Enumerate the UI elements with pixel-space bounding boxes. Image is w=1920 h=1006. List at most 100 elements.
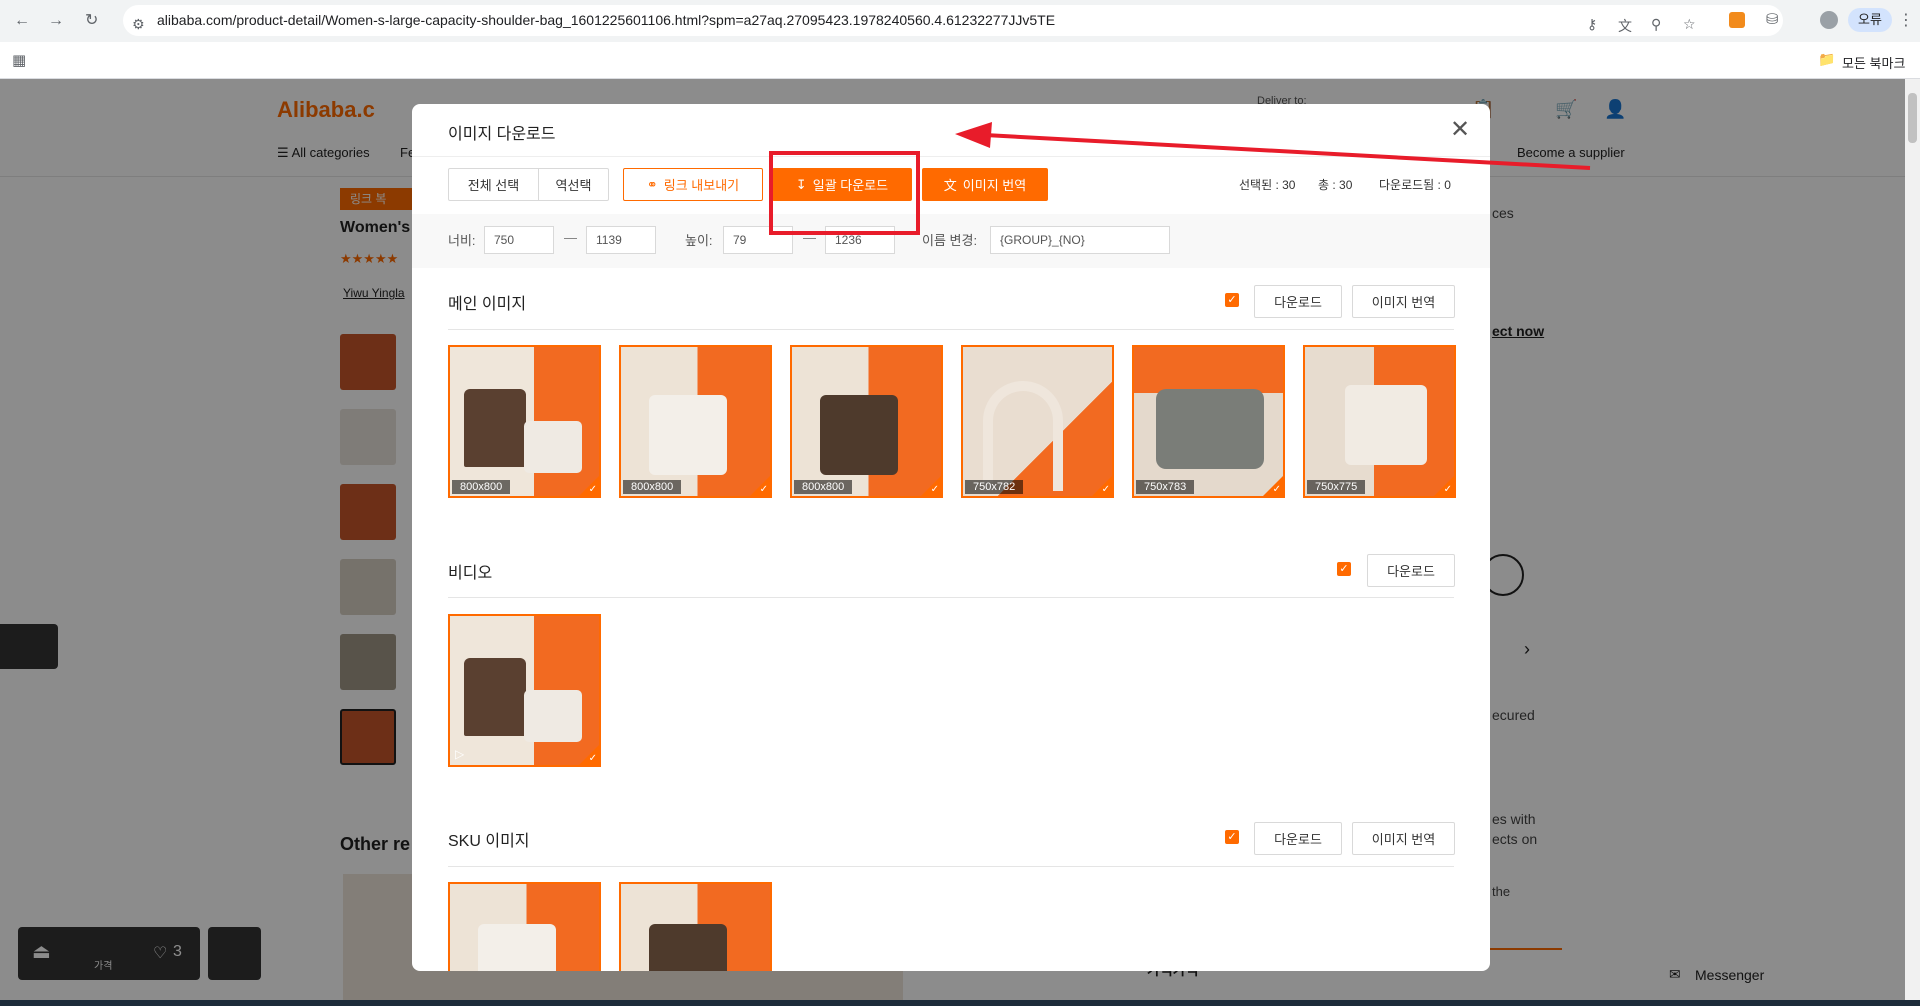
url-text[interactable]: alibaba.com/product-detail/Women-s-large… [157, 12, 1055, 28]
translate-icon[interactable]: 文 [1618, 16, 1632, 36]
sku-download-button[interactable]: 다운로드 [1254, 822, 1342, 855]
main-download-button[interactable]: 다운로드 [1254, 285, 1342, 318]
play-icon: ▷ [455, 747, 465, 761]
width-min-input[interactable]: 750 [484, 226, 554, 254]
image-thumbnail[interactable]: 750x775 ✓ [1303, 345, 1456, 498]
forward-icon[interactable]: → [48, 12, 64, 30]
width-label: 너비: [448, 233, 476, 248]
check-icon: ✓ [1443, 484, 1452, 495]
bag-shape [464, 658, 526, 736]
image-size-tag: 750x782 [965, 480, 1024, 494]
check-icon: ✓ [759, 484, 768, 495]
folder-icon: 📁 [1818, 51, 1836, 67]
section-divider [448, 866, 1454, 867]
image-thumbnail[interactable]: 800x800 ✓ [790, 345, 943, 498]
width-max-input[interactable]: 1139 [586, 226, 656, 254]
link-icon: ⚭ [646, 176, 658, 192]
translate-images-button[interactable]: 文 이미지 번역 [922, 168, 1048, 201]
sku-download-label: 다운로드 [1274, 832, 1322, 847]
main-translate-button[interactable]: 이미지 번역 [1352, 285, 1455, 318]
password-key-icon[interactable]: ⚷ [1587, 16, 1597, 33]
close-icon[interactable]: ✕ [1450, 118, 1470, 142]
video-download-label: 다운로드 [1387, 564, 1435, 579]
modal-title: 이미지 다운로드 [448, 126, 556, 143]
main-images-checkbox[interactable]: ✓ [1225, 293, 1239, 307]
check-icon: ✓ [588, 753, 597, 764]
sku-checkbox[interactable]: ✓ [1225, 830, 1239, 844]
bag-shape [649, 924, 727, 971]
image-thumbnail[interactable]: 800x800 ✓ [619, 345, 772, 498]
modal-header: 이미지 다운로드 ✕ [412, 104, 1490, 157]
scrollbar-thumb[interactable] [1908, 93, 1917, 143]
image-size-tag: 800x800 [623, 480, 682, 494]
sku-images-title: SKU 이미지 [448, 833, 530, 850]
downloaded-count: 다운로드됨 : 0 [1379, 178, 1451, 192]
image-size-tag: 750x775 [1307, 480, 1366, 494]
bag-shape [820, 395, 898, 475]
puzzle-icon[interactable]: ⛁ [1766, 10, 1779, 28]
sku-thumbnail[interactable] [619, 882, 772, 971]
sku-translate-button[interactable]: 이미지 번역 [1352, 822, 1455, 855]
section-divider [448, 597, 1454, 598]
extension-icon[interactable] [1729, 12, 1745, 28]
total-count: 총 : 30 [1318, 178, 1353, 192]
bag-shape [524, 421, 582, 473]
all-bookmarks-link[interactable]: 모든 북마크 [1842, 53, 1905, 72]
main-download-label: 다운로드 [1274, 295, 1322, 310]
select-all-label: 전체 선택 [467, 178, 520, 193]
bag-shape [478, 924, 556, 971]
annotation-highlight-box [769, 151, 920, 235]
translate-icon: 文 [943, 178, 957, 193]
check-icon: ✓ [1272, 484, 1281, 495]
site-info-icon[interactable]: ⚙ [132, 16, 145, 33]
bag-interior-shape [1156, 389, 1264, 469]
video-thumbnail[interactable]: ▷ ✓ [448, 614, 601, 767]
image-download-modal: 이미지 다운로드 ✕ 전체 선택 역선택 ⚭ 링크 내보내기 ↧ 일괄 다운로드 文… [412, 104, 1490, 971]
bag-shape [649, 395, 727, 475]
range-dash: — [564, 230, 577, 245]
export-links-label: 링크 내보내기 [663, 178, 740, 193]
selected-count: 선택된 : 30 [1239, 178, 1296, 192]
section-divider [448, 329, 1454, 330]
back-icon[interactable]: ← [14, 12, 30, 30]
sku-translate-label: 이미지 번역 [1371, 832, 1436, 847]
check-icon: ✓ [1101, 484, 1110, 495]
rename-pattern-input[interactable]: {GROUP}_{NO} [990, 226, 1170, 254]
translate-images-label: 이미지 번역 [962, 178, 1027, 193]
video-section-title: 비디오 [448, 565, 493, 582]
check-icon: ✓ [930, 484, 939, 495]
bag-shape [524, 690, 582, 742]
bag-handle-shape [983, 381, 1063, 491]
sku-thumbnail[interactable] [448, 882, 601, 971]
bag-shape [1345, 385, 1427, 465]
menu-icon[interactable]: ⋮ [1898, 10, 1914, 30]
image-size-tag: 750x783 [1136, 480, 1195, 494]
page-scrollbar[interactable] [1905, 79, 1920, 1000]
invert-selection-label: 역선택 [555, 178, 592, 193]
bookmarks-bar: ▦ 📁 모든 북마크 [0, 42, 1920, 79]
select-all-button[interactable]: 전체 선택 [448, 168, 539, 201]
rename-label: 이름 변경: [922, 233, 978, 248]
video-checkbox[interactable]: ✓ [1337, 562, 1351, 576]
profile-error-chip[interactable]: 오류 [1848, 8, 1892, 32]
video-download-button[interactable]: 다운로드 [1367, 554, 1455, 587]
image-size-tag: 800x800 [794, 480, 853, 494]
height-label: 높이: [685, 233, 713, 248]
image-size-tag: 800x800 [452, 480, 511, 494]
browser-toolbar: ← → ↻ ⚙ ⚷ 文 ⚲ ☆ alibaba.com/product-deta… [0, 0, 1920, 42]
os-taskbar [0, 1000, 1920, 1006]
image-thumbnail[interactable]: 750x783 ✓ [1132, 345, 1285, 498]
image-thumbnail[interactable]: 750x782 ✓ [961, 345, 1114, 498]
bag-shape [464, 389, 526, 467]
bookmark-star-icon[interactable]: ☆ [1683, 16, 1696, 33]
main-images-title: 메인 이미지 [448, 296, 527, 313]
reload-icon[interactable]: ↻ [85, 12, 98, 30]
export-links-button[interactable]: ⚭ 링크 내보내기 [623, 168, 763, 201]
check-icon: ✓ [588, 484, 597, 495]
main-translate-label: 이미지 번역 [1371, 295, 1436, 310]
zoom-icon[interactable]: ⚲ [1651, 16, 1661, 33]
invert-selection-button[interactable]: 역선택 [538, 168, 609, 201]
apps-grid-icon[interactable]: ▦ [12, 51, 26, 69]
image-thumbnail[interactable]: 800x800 ✓ [448, 345, 601, 498]
avatar[interactable] [1820, 11, 1838, 29]
